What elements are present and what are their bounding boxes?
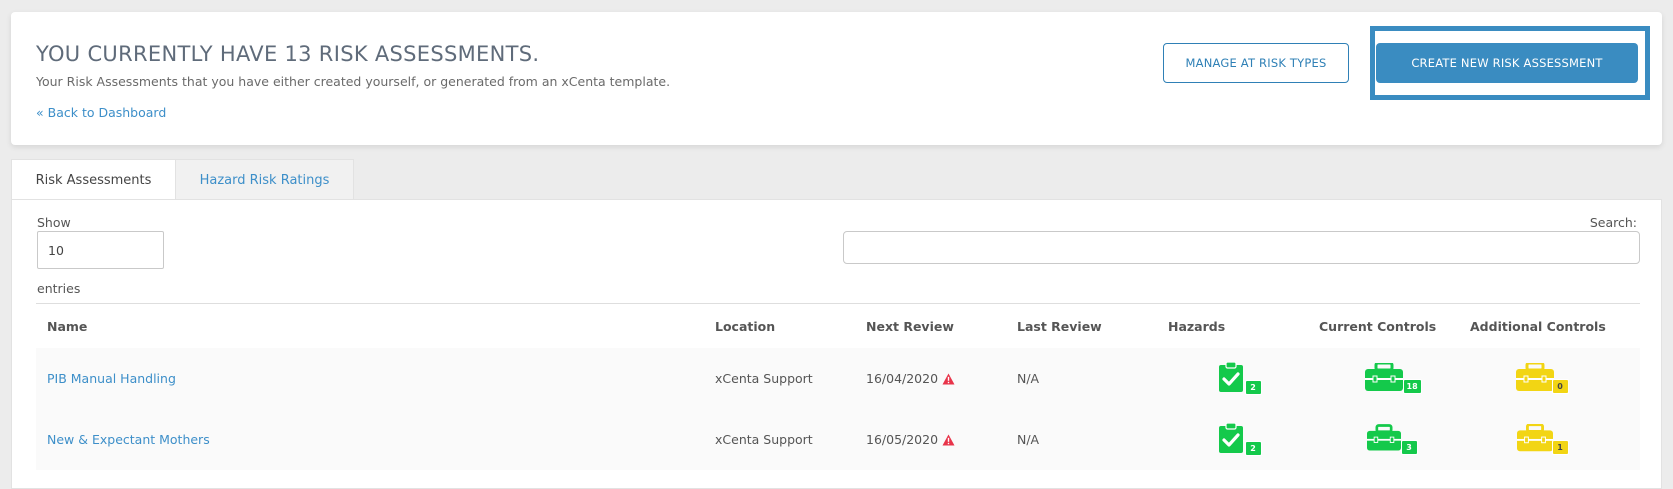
column-header-location[interactable]: Location [704,319,855,334]
header-card: YOU CURRENTLY HAVE 13 RISK ASSESSMENTS. … [11,12,1662,145]
entries-per-page-select[interactable] [37,231,164,269]
warning-triangle-icon [942,373,955,385]
column-header-current-controls[interactable]: Current Controls [1308,319,1459,334]
column-header-name[interactable]: Name [36,319,704,334]
location-cell: xCenta Support [715,432,813,447]
next-review-date: 16/05/2020 [866,432,939,447]
additional-controls-cell: 1 [1459,423,1610,455]
tab-hazard-risk-ratings[interactable]: Hazard Risk Ratings [176,159,354,200]
column-header-last-review[interactable]: Last Review [1006,319,1157,334]
tab-risk-assessments[interactable]: Risk Assessments [11,159,176,200]
next-review-cell: 16/04/2020 [855,371,1006,386]
current-controls-cell: 3 [1308,424,1459,455]
column-header-additional-controls[interactable]: Additional Controls [1459,319,1610,334]
tab-bar: Risk Assessments Hazard Risk Ratings [11,159,354,200]
create-new-risk-assessment-button[interactable]: CREATE NEW RISK ASSESSMENT [1376,43,1638,83]
location-cell: xCenta Support [715,371,813,386]
hazards-cell: 2 [1157,361,1308,395]
search-input[interactable] [843,231,1640,264]
additional-controls-toolbox-icon[interactable]: 0 [1515,361,1569,394]
page-title: YOU CURRENTLY HAVE 13 RISK ASSESSMENTS. [36,42,540,66]
current-controls-count-badge: 18 [1402,379,1422,394]
next-review-date: 16/04/2020 [866,371,939,386]
next-review-cell: 16/05/2020 [855,432,1006,447]
last-review-cell: N/A [1017,432,1040,447]
last-review-cell: N/A [1017,371,1040,386]
hazards-clipboard-check-icon[interactable]: 2 [1218,422,1262,456]
current-controls-count-badge: 3 [1400,440,1418,455]
column-header-hazards[interactable]: Hazards [1157,319,1308,334]
table-row: PIB Manual Handling xCenta Support 16/04… [36,348,1640,409]
show-label: Show [37,215,71,230]
risk-assessments-panel: Show entries Search: Name Location Next … [11,199,1662,489]
risk-assessments-table: Name Location Next Review Last Review Ha… [36,303,1640,470]
hazards-count-badge: 2 [1244,441,1262,456]
hazards-cell: 2 [1157,422,1308,456]
manage-at-risk-types-button[interactable]: MANAGE AT RISK TYPES [1163,43,1349,83]
additional-controls-toolbox-icon[interactable]: 1 [1516,423,1569,455]
search-label: Search: [1589,215,1637,230]
current-controls-toolbox-icon[interactable]: 18 [1364,361,1422,394]
hazards-clipboard-check-icon[interactable]: 2 [1218,361,1262,395]
table-header: Name Location Next Review Last Review Ha… [36,303,1640,348]
current-controls-toolbox-icon[interactable]: 3 [1366,424,1418,455]
table-row: New & Expectant Mothers xCenta Support 1… [36,409,1640,470]
page-subtitle: Your Risk Assessments that you have eith… [36,74,671,89]
column-header-next-review[interactable]: Next Review [855,319,1006,334]
entries-label: entries [37,281,81,296]
hazards-count-badge: 2 [1244,380,1262,395]
additional-controls-count-badge: 0 [1551,379,1569,394]
additional-controls-cell: 0 [1459,361,1610,394]
current-controls-cell: 18 [1308,361,1459,394]
additional-controls-count-badge: 1 [1551,440,1569,455]
risk-assessment-name-link[interactable]: PIB Manual Handling [47,371,176,386]
risk-assessment-name-link[interactable]: New & Expectant Mothers [47,432,210,447]
warning-triangle-icon [942,434,955,446]
back-to-dashboard-link[interactable]: « Back to Dashboard [36,105,166,120]
